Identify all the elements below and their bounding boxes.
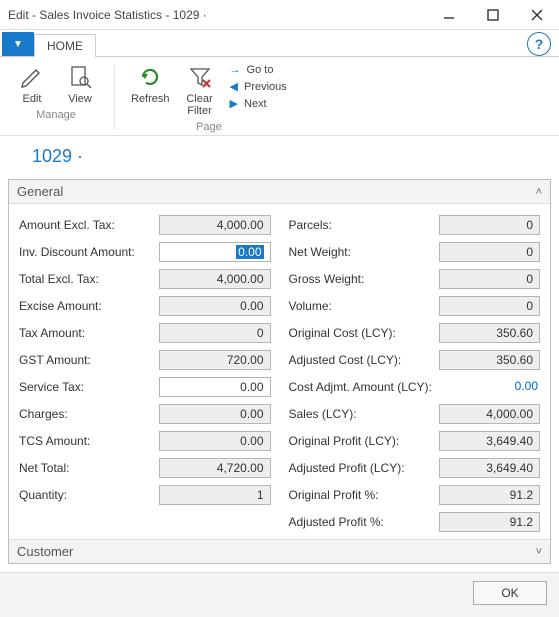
net-total-field[interactable]: 4,720.00	[159, 458, 271, 478]
view-button[interactable]: View	[60, 61, 100, 107]
amount-excl-tax-label: Amount Excl. Tax:	[19, 218, 159, 232]
sales-label: Sales (LCY):	[289, 407, 439, 421]
net-total-label: Net Total:	[19, 461, 159, 475]
cost-adjmt-field[interactable]: 0.00	[439, 377, 541, 397]
panel-general-header[interactable]: General ˄	[9, 180, 550, 204]
adj-profit-pct-field[interactable]: 91.2	[439, 512, 541, 532]
total-excl-tax-field[interactable]: 4,000.00	[159, 269, 271, 289]
quantity-field[interactable]: 1	[159, 485, 271, 505]
pencil-icon	[18, 63, 46, 91]
tab-home[interactable]: HOME	[34, 34, 96, 57]
tcs-field[interactable]: 0.00	[159, 431, 271, 451]
volume-field[interactable]: 0	[439, 296, 541, 316]
edit-button[interactable]: Edit	[12, 61, 52, 107]
next-label: Next	[244, 98, 267, 110]
next-button[interactable]: ▶ Next	[228, 96, 289, 111]
maximize-button[interactable]	[471, 0, 515, 30]
chevron-up-icon: ˄	[536, 186, 542, 198]
view-label: View	[68, 93, 92, 105]
document-search-icon	[66, 63, 94, 91]
service-tax-field[interactable]: 0.00	[159, 377, 271, 397]
record-number: 1029 ·	[0, 136, 559, 173]
tax-amount-field[interactable]: 0	[159, 323, 271, 343]
triangle-left-icon: ◀	[230, 80, 238, 93]
minimize-button[interactable]	[427, 0, 471, 30]
inv-discount-label: Inv. Discount Amount:	[19, 245, 159, 259]
panel-general-title: General	[17, 184, 63, 199]
close-button[interactable]	[515, 0, 559, 30]
arrow-right-icon: →	[230, 64, 241, 76]
tcs-label: TCS Amount:	[19, 434, 159, 448]
net-weight-label: Net Weight:	[289, 245, 439, 259]
charges-label: Charges:	[19, 407, 159, 421]
orig-profit-pct-field[interactable]: 91.2	[439, 485, 541, 505]
amount-excl-tax-field[interactable]: 4,000.00	[159, 215, 271, 235]
previous-label: Previous	[244, 81, 287, 93]
adj-profit-pct-label: Adjusted Profit %:	[289, 515, 439, 529]
titlebar: Edit - Sales Invoice Statistics - 1029 ·	[0, 0, 559, 30]
gst-label: GST Amount:	[19, 353, 159, 367]
panel-customer-header[interactable]: Customer ˅	[9, 539, 550, 563]
group-page: Refresh Clear Filter → Go to ◀ Previous …	[123, 61, 295, 133]
sales-field[interactable]: 4,000.00	[439, 404, 541, 424]
ribbon: Edit View Manage Refresh Clear Filter → …	[0, 56, 559, 136]
general-left-column: Amount Excl. Tax:4,000.00 Inv. Discount …	[19, 214, 271, 533]
service-tax-label: Service Tax:	[19, 380, 159, 394]
orig-profit-label: Original Profit (LCY):	[289, 434, 439, 448]
funnel-clear-icon	[186, 63, 214, 91]
ok-button[interactable]: OK	[473, 581, 547, 605]
clear-filter-label: Clear Filter	[186, 93, 212, 117]
adj-cost-label: Adjusted Cost (LCY):	[289, 353, 439, 367]
panels: General ˄ Amount Excl. Tax:4,000.00 Inv.…	[8, 179, 551, 564]
charges-field[interactable]: 0.00	[159, 404, 271, 424]
inv-discount-field[interactable]: 0.00	[159, 242, 271, 262]
refresh-button[interactable]: Refresh	[129, 61, 172, 119]
tax-amount-label: Tax Amount:	[19, 326, 159, 340]
adj-profit-label: Adjusted Profit (LCY):	[289, 461, 439, 475]
parcels-label: Parcels:	[289, 218, 439, 232]
orig-cost-field[interactable]: 350.60	[439, 323, 541, 343]
orig-profit-pct-label: Original Profit %:	[289, 488, 439, 502]
quantity-label: Quantity:	[19, 488, 159, 502]
group-page-label: Page	[196, 121, 222, 133]
refresh-label: Refresh	[131, 93, 170, 105]
net-weight-field[interactable]: 0	[439, 242, 541, 262]
parcels-field[interactable]: 0	[439, 215, 541, 235]
previous-button[interactable]: ◀ Previous	[228, 79, 289, 94]
orig-cost-label: Original Cost (LCY):	[289, 326, 439, 340]
group-manage-label: Manage	[36, 109, 76, 121]
adj-profit-field[interactable]: 3,649.40	[439, 458, 541, 478]
total-excl-tax-label: Total Excl. Tax:	[19, 272, 159, 286]
gross-weight-field[interactable]: 0	[439, 269, 541, 289]
excise-label: Excise Amount:	[19, 299, 159, 313]
gst-field[interactable]: 720.00	[159, 350, 271, 370]
group-manage: Edit View Manage	[6, 61, 106, 133]
footer: OK	[0, 572, 559, 617]
general-right-column: Parcels:0 Net Weight:0 Gross Weight:0 Vo…	[289, 214, 541, 533]
cost-adjmt-label: Cost Adjmt. Amount (LCY):	[289, 380, 439, 394]
refresh-icon	[136, 63, 164, 91]
adj-cost-field[interactable]: 350.60	[439, 350, 541, 370]
clear-filter-button[interactable]: Clear Filter	[180, 61, 220, 119]
edit-label: Edit	[23, 93, 42, 105]
goto-label: Go to	[247, 64, 274, 76]
panel-general-body: Amount Excl. Tax:4,000.00 Inv. Discount …	[9, 204, 550, 539]
help-icon[interactable]: ?	[527, 32, 551, 56]
excise-field[interactable]: 0.00	[159, 296, 271, 316]
gross-weight-label: Gross Weight:	[289, 272, 439, 286]
ribbon-tabs: ▼ HOME ?	[0, 30, 559, 56]
panel-customer-title: Customer	[17, 544, 73, 559]
triangle-right-icon: ▶	[230, 97, 238, 110]
goto-button[interactable]: → Go to	[228, 63, 289, 77]
app-menu-button[interactable]: ▼	[2, 32, 34, 56]
separator	[114, 65, 115, 129]
volume-label: Volume:	[289, 299, 439, 313]
window-title: Edit - Sales Invoice Statistics - 1029 ·	[8, 8, 427, 22]
chevron-down-icon: ˅	[536, 546, 542, 558]
orig-profit-field[interactable]: 3,649.40	[439, 431, 541, 451]
